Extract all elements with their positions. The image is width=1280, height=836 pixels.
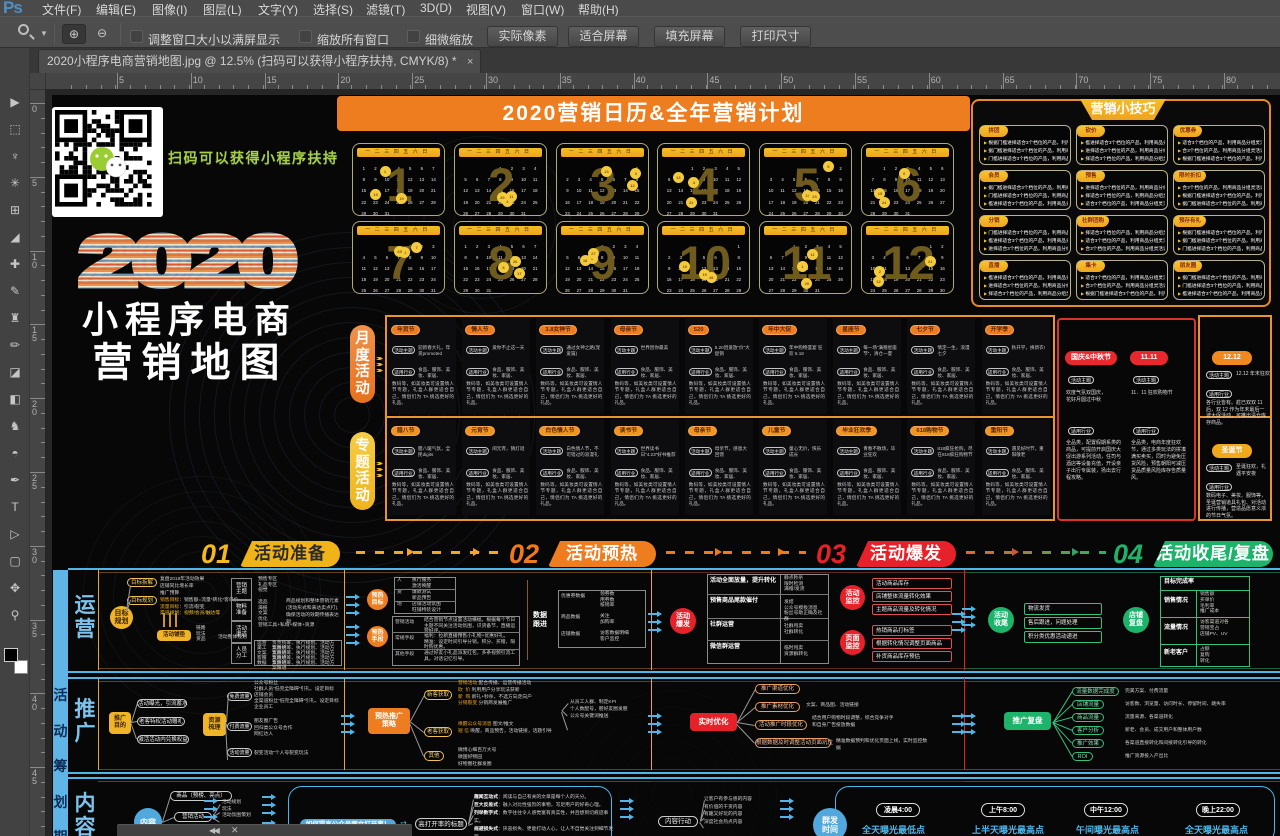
svg-text:2020: 2020 bbox=[80, 228, 293, 292]
